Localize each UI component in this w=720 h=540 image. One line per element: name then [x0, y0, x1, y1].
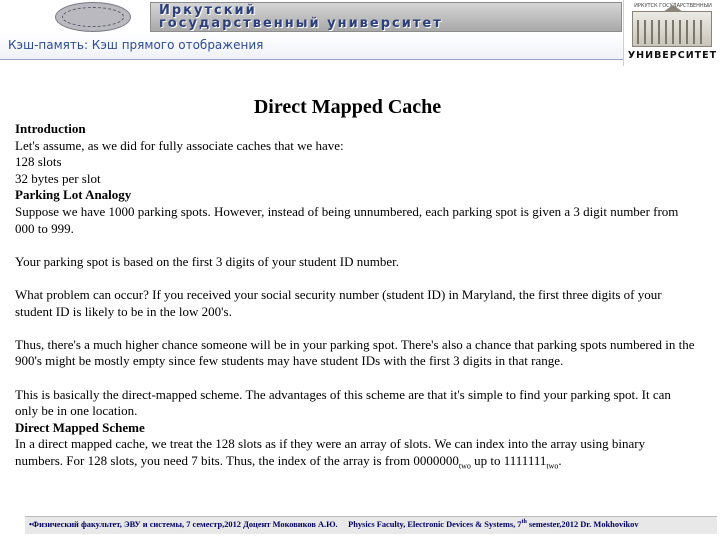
subtitle-bar: Кэш-память: Кэш прямого отображения: [0, 34, 623, 60]
intro-lines: Let's assume, as we did for fully associ…: [15, 137, 344, 186]
parking-paragraph-2: Your parking spot is based on the first …: [15, 253, 399, 269]
footer-english: Physics Faculty, Electronic Devices & Sy…: [348, 520, 522, 529]
university-name-banner: Иркутский государственный университет: [150, 2, 622, 32]
index-from-base: two: [458, 461, 471, 471]
building-columns: [637, 20, 707, 44]
footer-bar: •Физический факультет, ЭВУ и системы, 7 …: [25, 516, 717, 534]
footer-text: •Физический факультет, ЭВУ и системы, 7 …: [29, 519, 639, 529]
slide-body: Introduction Let's assume, as we did for…: [15, 121, 695, 471]
university-name-line2: государственный университет: [159, 16, 443, 31]
scheme-heading: Direct Mapped Scheme: [15, 419, 145, 435]
university-logo: ИРКУТСК ГОСУДАРСТВЕННЫЙ УНИВЕРСИТЕТ: [623, 0, 720, 66]
parking-paragraph-3: What problem can occur? If you received …: [15, 286, 662, 319]
index-to-base: two: [546, 461, 559, 471]
seal-ring: [62, 7, 124, 27]
parking-paragraph-1: Suppose we have 1000 parking spots. Howe…: [15, 203, 679, 236]
university-building-icon: [632, 5, 712, 47]
building-roof: [663, 5, 683, 12]
slide-subtitle: Кэш-память: Кэш прямого отображения: [8, 38, 264, 52]
logo-caption-bottom: УНИВЕРСИТЕТ: [627, 50, 718, 61]
slide-title: Direct Mapped Cache: [253, 96, 442, 118]
university-seal-icon: [55, 2, 131, 32]
footer-russian: •Физический факультет, ЭВУ и системы, 7 …: [29, 520, 338, 529]
footer-english-end: semester,2012 Dr. Mokhovikov: [526, 520, 639, 529]
parking-paragraph-5: This is basically the direct-mapped sche…: [15, 386, 671, 419]
scheme-mid-text: up to: [470, 452, 504, 468]
parking-paragraph-4: Thus, there's a much higher chance someo…: [15, 336, 695, 369]
index-to-value: 1111111: [503, 452, 547, 468]
intro-heading: Introduction: [15, 121, 86, 136]
scheme-paragraph: In a direct mapped cache, we treat the 1…: [15, 436, 695, 471]
scheme-end-text: .: [558, 452, 562, 468]
index-from-value: 0000000: [413, 452, 459, 468]
parking-heading: Parking Lot Analogy: [15, 187, 132, 203]
header-banner: Иркутский государственный университет: [0, 0, 720, 34]
